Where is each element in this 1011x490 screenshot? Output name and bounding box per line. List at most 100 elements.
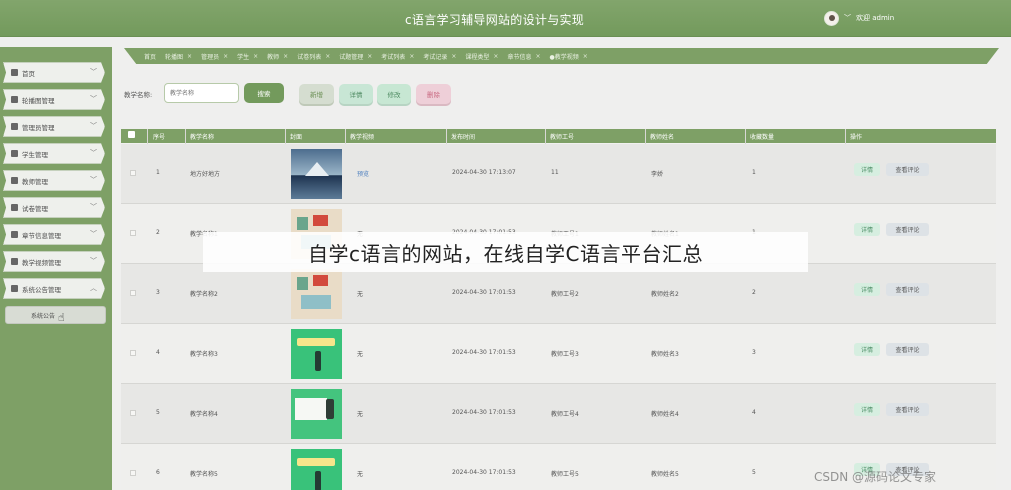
chevron-down-icon[interactable]: ﹀ [844,13,851,23]
close-icon[interactable]: × [583,53,588,60]
cell-name: 教学名称2 [190,291,218,298]
user-menu[interactable]: ﹀ 欢迎 admin [824,10,894,26]
tab-exam-records[interactable]: 考试记录 × [423,52,456,61]
header-time[interactable]: 发布时间 [451,132,475,141]
tab-label: 教师 [267,53,280,61]
hand-cursor-icon: ☝ [58,311,65,324]
table-row[interactable]: 3 教学名称2 无 2024-04-30 17:01:53 教师工号2 教师姓名… [121,264,996,324]
row-checkbox[interactable] [130,410,136,416]
row-detail-button[interactable]: 详情 [854,343,880,356]
user-icon [11,150,18,157]
sidebar-item-home[interactable]: 首页 ﹀ [3,62,105,83]
close-icon[interactable]: × [253,53,258,60]
cell-teacher-id: 教师工号4 [551,411,579,418]
header-no[interactable]: 序号 [153,132,165,141]
row-checkbox[interactable] [130,350,136,356]
sidebar-item-notices[interactable]: 系统公告管理 ︿ [3,278,105,299]
video-icon [11,258,18,265]
cell-time: 2024-04-30 17:01:53 [452,349,516,356]
close-icon[interactable]: × [223,53,228,60]
row-detail-button[interactable]: 详情 [854,163,880,176]
header-name[interactable]: 教学名称 [190,132,214,141]
cover-image[interactable] [291,149,342,199]
cell-teacher-id: 教师工号5 [551,471,579,478]
cell-favorites: 4 [752,409,756,416]
close-icon[interactable]: × [493,53,498,60]
tab-exam-list[interactable]: 考试列表 × [381,52,414,61]
tab-teachers[interactable]: 教师 × [267,52,288,61]
avatar[interactable] [824,10,839,26]
cell-teacher-id: 教师工号3 [551,351,579,358]
tab-carousel[interactable]: 轮播图 × [165,52,192,61]
close-icon[interactable]: × [409,53,414,60]
delete-button[interactable]: 删除 [416,84,451,104]
chevron-down-icon: ﹀ [90,95,97,103]
table-row[interactable]: 4 教学名称3 无 2024-04-30 17:01:53 教师工号3 教师姓名… [121,324,996,384]
video-preview-link[interactable]: 预览 [357,169,369,178]
table-row[interactable]: 5 教学名称4 无 2024-04-30 17:01:53 教师工号4 教师姓名… [121,384,996,444]
cover-image[interactable] [291,389,342,439]
close-icon[interactable]: × [187,53,192,60]
row-review-button[interactable]: 查看评论 [886,223,929,236]
cover-image[interactable] [291,449,342,490]
sidebar-item-videos[interactable]: 教学视频管理 ﹀ [3,251,105,272]
tab-students[interactable]: 学生 × [237,52,258,61]
sidebar-item-chapters[interactable]: 章节信息管理 ﹀ [3,224,105,245]
sidebar-item-carousel[interactable]: 轮播图管理 ﹀ [3,89,105,110]
header-teacher-id[interactable]: 教师工号 [550,132,574,141]
row-review-button[interactable]: 查看评论 [886,343,929,356]
cell-teacher-name: 教师姓名2 [651,291,679,298]
tab-label: 学生 [237,53,250,61]
cell-time: 2024-04-30 17:01:53 [452,289,516,296]
video-table: 序号 教学名称 封面 教学视频 发布时间 教师工号 教师姓名 收藏数量 操作 1… [121,129,996,490]
row-detail-button[interactable]: 详情 [854,283,880,296]
edit-button[interactable]: 修改 [377,84,411,104]
select-all-checkbox[interactable] [128,131,135,138]
add-button[interactable]: 新增 [299,84,334,104]
close-icon[interactable]: × [283,53,288,60]
close-icon[interactable]: × [325,53,330,60]
notice-icon [11,285,18,292]
row-checkbox[interactable] [130,170,136,176]
cell-no: 5 [156,409,160,416]
row-checkbox[interactable] [130,470,136,476]
tab-question-manage[interactable]: 试题管理 × [339,52,372,61]
header-favorites[interactable]: 收藏数量 [750,132,774,141]
header-teacher-name[interactable]: 教师姓名 [650,132,674,141]
home-icon [11,69,18,76]
tab-videos[interactable]: ●教学视频 × [549,52,587,61]
sidebar-item-students[interactable]: 学生管理 ﹀ [3,143,105,164]
tab-paper-list[interactable]: 试卷列表 × [297,52,330,61]
submenu-item-notice[interactable]: 系统公告 [5,306,106,324]
row-detail-button[interactable]: 详情 [854,403,880,416]
sidebar-item-papers[interactable]: 试卷管理 ﹀ [3,197,105,218]
sidebar-item-admin[interactable]: 管理员管理 ﹀ [3,116,105,137]
cover-shape [297,458,335,466]
row-checkbox[interactable] [130,290,136,296]
row-checkbox[interactable] [130,230,136,236]
cell-time: 2024-04-30 17:01:53 [452,469,516,476]
row-review-button[interactable]: 查看评论 [886,163,929,176]
row-review-button[interactable]: 查看评论 [886,283,929,296]
detail-button[interactable]: 详情 [339,84,373,104]
close-icon[interactable]: × [367,53,372,60]
cover-image[interactable] [291,269,342,319]
cell-favorites: 2 [752,289,756,296]
tab-course-types[interactable]: 课程类型 × [465,52,498,61]
cell-name: 教学名称5 [190,471,218,478]
tab-chapters[interactable]: 章节信息 × [507,52,540,61]
cover-image[interactable] [291,329,342,379]
tab-home[interactable]: 首页 [144,52,156,61]
search-input[interactable] [164,83,239,103]
row-detail-button[interactable]: 详情 [854,223,880,236]
header-video[interactable]: 教学视频 [350,132,374,141]
user-welcome[interactable]: 欢迎 admin [856,13,894,23]
header-cover[interactable]: 封面 [290,132,302,141]
row-review-button[interactable]: 查看评论 [886,403,929,416]
table-row[interactable]: 1 地方好地方 预览 2024-04-30 17:13:07 11 李娇 1 详… [121,144,996,204]
close-icon[interactable]: × [535,53,540,60]
tab-admin[interactable]: 管理员 × [201,52,228,61]
sidebar-item-teachers[interactable]: 教师管理 ﹀ [3,170,105,191]
close-icon[interactable]: × [451,53,456,60]
search-button[interactable]: 搜索 [244,83,284,103]
